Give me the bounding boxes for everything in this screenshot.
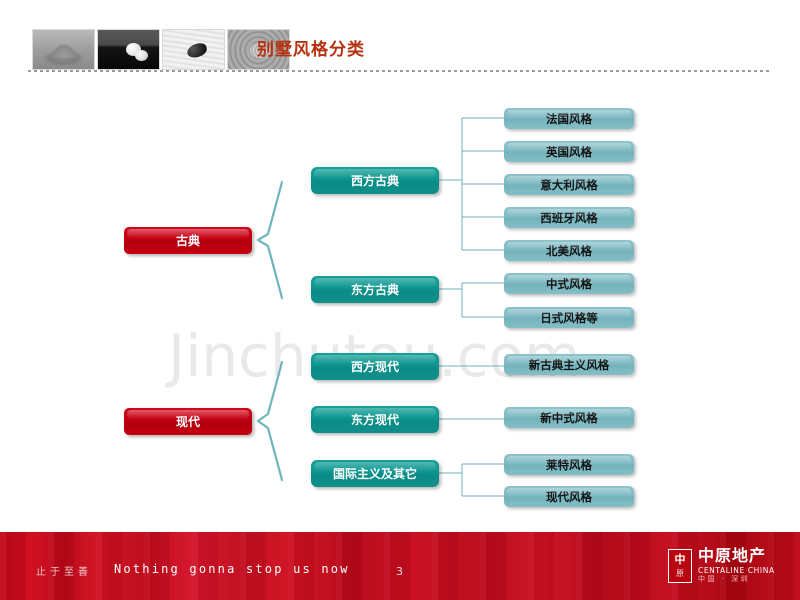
logo-mark-bottom: 原 xyxy=(676,569,684,579)
node-eastern-modern[interactable]: 东方现代 xyxy=(311,406,439,433)
header-thumbnail-strip xyxy=(32,29,290,70)
node-label: 法国风格 xyxy=(546,111,592,126)
node-label: 日式风格等 xyxy=(540,310,598,325)
node-modern-style[interactable]: 现代风格 xyxy=(504,486,634,507)
node-label: 西方现代 xyxy=(350,360,399,374)
node-label: 新古典主义风格 xyxy=(528,357,610,372)
page-number: 3 xyxy=(396,565,403,578)
node-north-american[interactable]: 北美风格 xyxy=(504,240,634,261)
node-label: 中式风格 xyxy=(546,276,592,291)
sand-ripple-photo xyxy=(32,29,95,70)
logo-text-block: 中原地产 CENTALINE CHINA 中国 · 深圳 xyxy=(698,548,775,583)
node-label: 东方古典 xyxy=(350,283,399,297)
node-neoclassical[interactable]: 新古典主义风格 xyxy=(504,354,634,375)
slide-canvas: 别墅风格分类 Jinchutou.com xyxy=(0,0,800,600)
node-label: 西方古典 xyxy=(350,174,399,188)
node-western-modern[interactable]: 西方现代 xyxy=(311,353,439,380)
logo-name-en: CENTALINE CHINA xyxy=(698,566,775,576)
node-internationalism-other[interactable]: 国际主义及其它 xyxy=(311,460,439,487)
node-label: 西班牙风格 xyxy=(540,210,598,225)
villa-style-diagram: 古典 现代 西方古典 东方古典 西方现代 东方现代 国际主义及其它 法国风格 英… xyxy=(0,72,800,532)
node-label: 意大利风格 xyxy=(540,177,598,192)
node-new-chinese[interactable]: 新中式风格 xyxy=(504,407,634,428)
node-eastern-classical[interactable]: 东方古典 xyxy=(311,276,439,303)
node-chinese[interactable]: 中式风格 xyxy=(504,273,634,294)
node-italian[interactable]: 意大利风格 xyxy=(504,174,634,195)
node-label: 现代 xyxy=(175,415,200,429)
node-modern[interactable]: 现代 xyxy=(124,408,252,435)
node-label: 现代风格 xyxy=(546,489,592,504)
node-label: 古典 xyxy=(175,234,200,248)
node-wright[interactable]: 莱特风格 xyxy=(504,454,634,475)
node-label: 新中式风格 xyxy=(540,410,598,425)
footer-tagline-en: Nothing gonna stop us now xyxy=(114,562,350,576)
logo-name-sub: 中国 · 深圳 xyxy=(698,575,751,584)
node-label: 东方现代 xyxy=(350,413,399,427)
node-label: 北美风格 xyxy=(546,243,592,258)
footer-tagline-cn: 止于至善 xyxy=(36,567,92,578)
node-label: 莱特风格 xyxy=(546,457,592,472)
white-stones-photo xyxy=(97,29,160,70)
node-french[interactable]: 法国风格 xyxy=(504,108,634,129)
page-title: 别墅风格分类 xyxy=(257,40,365,60)
node-spanish[interactable]: 西班牙风格 xyxy=(504,207,634,228)
node-classical[interactable]: 古典 xyxy=(124,227,252,254)
node-label: 英国风格 xyxy=(546,144,592,159)
node-label: 国际主义及其它 xyxy=(332,467,417,481)
centaline-logo: 中 原 中原地产 CENTALINE CHINA 中国 · 深圳 xyxy=(668,546,776,586)
black-stone-photo xyxy=(162,29,225,70)
logo-name-cn: 中原地产 xyxy=(698,546,767,566)
node-british[interactable]: 英国风格 xyxy=(504,141,634,162)
node-japanese[interactable]: 日式风格等 xyxy=(504,307,634,328)
logo-seal-icon: 中 原 xyxy=(668,549,692,583)
slide-header: 别墅风格分类 xyxy=(0,0,800,72)
node-western-classical[interactable]: 西方古典 xyxy=(311,167,439,194)
logo-mark-top: 中 xyxy=(674,552,686,566)
